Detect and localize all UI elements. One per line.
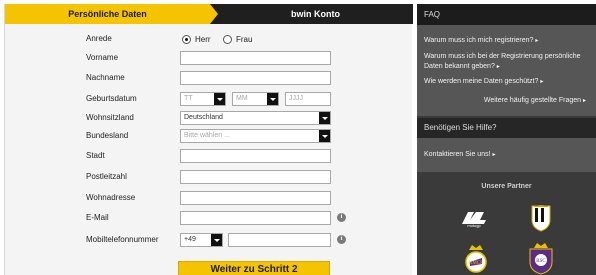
chevron-down-icon[interactable]	[319, 112, 330, 124]
info-icon[interactable]: i	[337, 235, 346, 244]
bundesland-label: Bundesland	[86, 131, 129, 140]
wohnadresse-row: Wohnadresse	[5, 191, 413, 205]
arrow-right-icon: ▸	[496, 64, 500, 70]
faq-link-protection-text[interactable]: Wie werden meine Daten geschützt?	[424, 78, 538, 85]
help-sidebar: FAQ Warum muss ich mich registrieren? ▸ …	[417, 4, 596, 275]
step-1-label: Persönliche Daten	[68, 9, 147, 19]
postleitzahl-label: Postleitzahl	[86, 172, 127, 181]
stadt-label: Stadt	[86, 151, 105, 160]
juventus-logo[interactable]	[530, 204, 552, 232]
anrede-label: Anrede	[86, 34, 112, 43]
faq-link-register-text[interactable]: Warum muss ich mich registrieren?	[424, 37, 533, 44]
faq-link-personal-data-text[interactable]: Warum muss ich bei der Registrierung per…	[424, 53, 581, 70]
address-input[interactable]	[180, 191, 331, 205]
chevron-down-icon[interactable]	[214, 93, 225, 105]
radio-frau-label[interactable]: Frau	[236, 32, 252, 47]
chevron-down-icon[interactable]	[319, 130, 330, 142]
country-value: Deutschland	[184, 114, 223, 121]
zip-input[interactable]	[180, 170, 331, 184]
step-2-label: bwin Konto	[291, 9, 340, 19]
state-placeholder: Bitte wählen ...	[184, 132, 230, 139]
contact-link-text[interactable]: Kontaktieren Sie uns!	[424, 151, 491, 158]
birth-month-select[interactable]: MM	[232, 92, 279, 106]
next-step-button[interactable]: Weiter zu Schritt 2	[178, 261, 330, 275]
mobil-label: Mobiltelefonnummer	[86, 235, 159, 244]
faq-box: Warum muss ich mich registrieren? ▸ Waru…	[417, 25, 596, 116]
svg-text:RSC: RSC	[536, 259, 546, 264]
wohnsitzland-label: Wohnsitzland	[86, 113, 134, 122]
phone-prefix-value: +49	[184, 236, 196, 243]
state-select[interactable]: Bitte wählen ...	[180, 129, 331, 143]
help-title: Benötigen Sie Hilfe?	[417, 118, 596, 138]
nachname-row: Nachname	[5, 71, 413, 85]
phone-input[interactable]	[228, 233, 331, 247]
faq-link-protection[interactable]: Wie werden meine Daten geschützt? ▸	[424, 77, 592, 87]
birth-month-placeholder: MM	[236, 95, 248, 102]
faq-link-personal-data[interactable]: Warum muss ich bei der Registrierung per…	[424, 52, 592, 72]
anrede-row: Anrede Herr Frau	[5, 32, 413, 46]
phone-prefix-select[interactable]: +49	[180, 233, 223, 247]
chevron-down-icon[interactable]	[211, 234, 222, 246]
step-arrow-icon	[210, 4, 218, 24]
anderlecht-logo[interactable]: RSC	[527, 242, 555, 275]
country-select[interactable]: Deutschland	[180, 111, 331, 125]
registration-page: Persönliche Daten bwin Konto Anrede Herr…	[0, 0, 596, 275]
faq-link-register[interactable]: Warum muss ich mich registrieren? ▸	[424, 36, 592, 46]
faq-more-text[interactable]: Weitere häufig gestellte Fragen	[484, 97, 581, 104]
arrow-right-icon: ▸	[492, 152, 496, 158]
svg-text:motogp: motogp	[467, 223, 481, 228]
registration-form-panel: Persönliche Daten bwin Konto Anrede Herr…	[4, 4, 413, 275]
email-label: E-Mail	[86, 213, 109, 222]
birth-day-placeholder: TT	[184, 95, 193, 102]
city-input[interactable]	[180, 149, 331, 163]
stadt-row: Stadt	[5, 149, 413, 163]
radio-frau[interactable]	[223, 35, 232, 44]
help-box: Kontaktieren Sie uns! ▸	[417, 138, 596, 172]
partners-title: Unsere Partner	[481, 183, 532, 190]
vorname-label: Vorname	[86, 53, 119, 62]
motogp-logo[interactable]: motogp	[460, 208, 488, 228]
step-indicator: Persönliche Daten bwin Konto	[5, 4, 413, 24]
radio-herr-label[interactable]: Herr	[195, 32, 211, 47]
faq-title: FAQ	[417, 4, 596, 25]
birth-day-select[interactable]: TT	[180, 92, 226, 106]
postleitzahl-row: Postleitzahl	[5, 170, 413, 184]
wohnsitzland-row: Wohnsitzland Deutschland	[5, 111, 413, 125]
vorname-input[interactable]	[180, 51, 331, 65]
geburtsdatum-label: Geburtsdatum	[86, 94, 137, 103]
arrow-right-icon: ▸	[540, 79, 544, 85]
svg-text:RMCF: RMCF	[469, 261, 483, 266]
info-icon[interactable]: i	[337, 213, 346, 222]
wohnadresse-label: Wohnadresse	[86, 193, 136, 202]
vorname-row: Vorname	[5, 51, 413, 65]
mobil-row: Mobiltelefonnummer +49 i	[5, 233, 413, 247]
nachname-input[interactable]	[180, 71, 331, 85]
faq-more-link[interactable]: Weitere häufig gestellte Fragen ▸	[424, 96, 586, 106]
chevron-down-icon[interactable]	[267, 93, 278, 105]
nachname-label: Nachname	[86, 73, 125, 82]
arrow-right-icon: ▸	[535, 38, 539, 44]
contact-link[interactable]: Kontaktieren Sie uns! ▸	[424, 150, 592, 160]
geburtsdatum-row: Geburtsdatum TT MM JJJJ	[5, 92, 413, 106]
birth-year-input[interactable]: JJJJ	[285, 92, 331, 106]
radio-herr[interactable]	[182, 35, 191, 44]
email-field[interactable]	[180, 211, 331, 225]
email-row: E-Mail i	[5, 211, 413, 225]
real-madrid-logo[interactable]: RMCF	[464, 244, 488, 275]
arrow-right-icon: ▸	[582, 98, 586, 104]
bundesland-row: Bundesland Bitte wählen ...	[5, 129, 413, 143]
